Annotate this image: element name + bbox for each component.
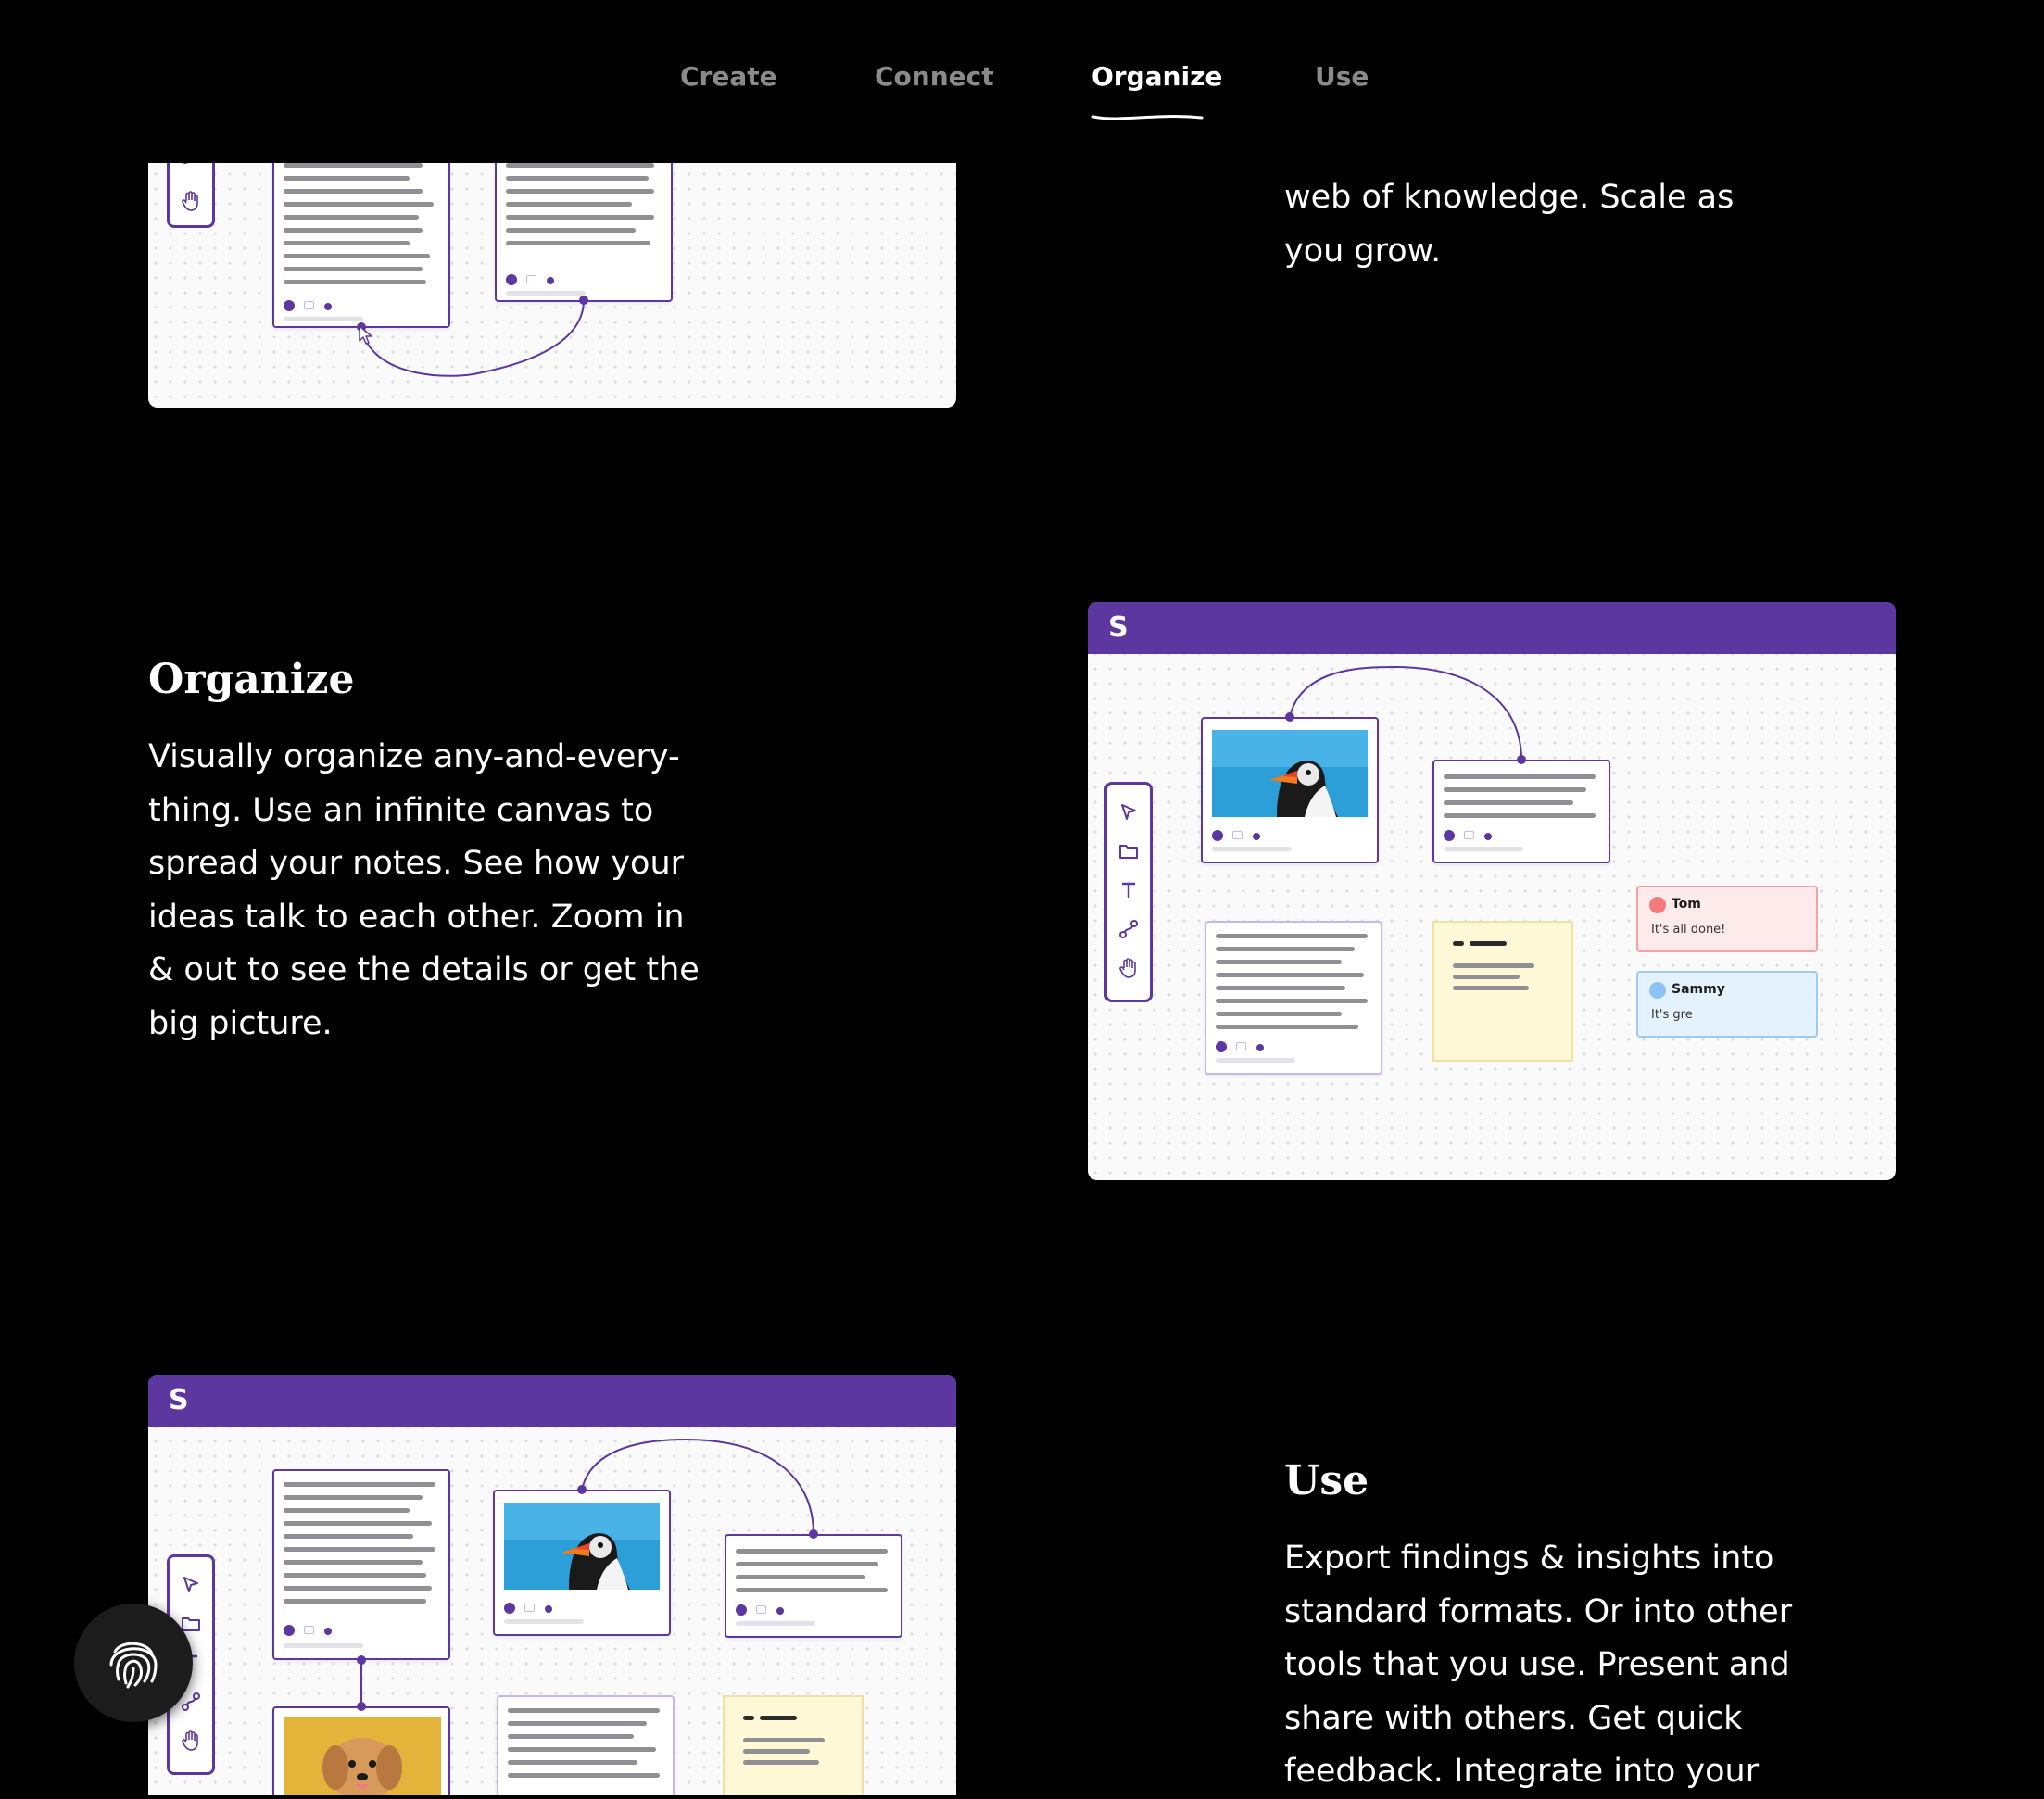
avatar <box>1649 897 1666 913</box>
fingerprint-button[interactable] <box>74 1604 193 1722</box>
tab-organize[interactable]: Organize <box>1091 61 1223 120</box>
comment-bubble-tom[interactable]: Tom It's all done! <box>1636 886 1818 952</box>
card-meta <box>1212 830 1268 841</box>
use-canvas-preview: S <box>148 1375 956 1795</box>
connect-body: web of knowledge. Scale as you grow. <box>1284 179 1735 270</box>
app-logo: S <box>1108 611 1129 644</box>
sticky-note[interactable] <box>723 1695 864 1795</box>
hand-icon[interactable] <box>180 1730 202 1752</box>
use-title: Use <box>1284 1457 1369 1504</box>
image-card[interactable] <box>1201 717 1379 863</box>
folder-icon[interactable] <box>1117 840 1140 862</box>
comment-author: Tom <box>1672 897 1701 912</box>
app-header: S <box>148 1375 956 1427</box>
organize-body: Visually organize any-and-every-thing. U… <box>148 738 700 1042</box>
comment-bubble-sammy[interactable]: Sammy It's gre <box>1636 971 1818 1038</box>
comment-message: It's all done! <box>1651 923 1726 937</box>
note-card[interactable] <box>272 1469 450 1660</box>
avatar <box>1649 982 1666 999</box>
sticky-note[interactable] <box>1432 921 1573 1062</box>
note-card[interactable] <box>1432 760 1610 863</box>
canvas-toolbar <box>1104 782 1153 1002</box>
organize-canvas-preview: S Tom It's all done! Sammy It's gre <box>1088 602 1896 1180</box>
card-meta <box>506 274 561 285</box>
tab-organize-label: Organize <box>1091 61 1223 92</box>
top-nav: Create Connect Organize Use <box>0 0 2044 163</box>
card-meta <box>284 1625 339 1636</box>
card-meta <box>1444 830 1499 841</box>
image-card[interactable] <box>493 1490 671 1636</box>
app-logo: S <box>169 1384 189 1416</box>
comment-message: It's gre <box>1651 1008 1693 1022</box>
tab-create[interactable]: Create <box>680 61 777 92</box>
use-body: Export findings & insights into standard… <box>1284 1540 1793 1790</box>
tab-connect[interactable]: Connect <box>875 61 994 92</box>
organize-title: Organize <box>148 656 355 703</box>
puffin-photo <box>504 1503 660 1590</box>
dog-photo <box>284 1717 441 1795</box>
hand-icon[interactable] <box>180 190 202 212</box>
tab-use[interactable]: Use <box>1315 61 1369 92</box>
card-meta <box>1216 1041 1271 1052</box>
image-card[interactable] <box>272 1706 450 1795</box>
pointer-icon[interactable] <box>1117 801 1140 824</box>
card-meta <box>284 300 339 311</box>
cursor-icon <box>359 325 372 345</box>
note-card[interactable] <box>497 1695 675 1795</box>
fingerprint-icon <box>109 1642 158 1689</box>
note-card[interactable] <box>495 148 673 302</box>
card-meta <box>504 1603 560 1614</box>
app-header: S <box>1088 602 1896 654</box>
puffin-photo <box>1212 730 1368 817</box>
comment-author: Sammy <box>1672 982 1725 997</box>
active-tab-underline <box>1091 115 1204 120</box>
hand-icon[interactable] <box>1117 957 1140 979</box>
note-card[interactable] <box>1205 921 1382 1075</box>
pointer-icon[interactable] <box>180 1574 202 1596</box>
connector-icon[interactable] <box>1117 918 1140 940</box>
note-card[interactable] <box>272 148 450 328</box>
text-icon[interactable] <box>1117 879 1140 901</box>
note-card[interactable] <box>725 1534 902 1638</box>
card-meta <box>736 1604 791 1616</box>
